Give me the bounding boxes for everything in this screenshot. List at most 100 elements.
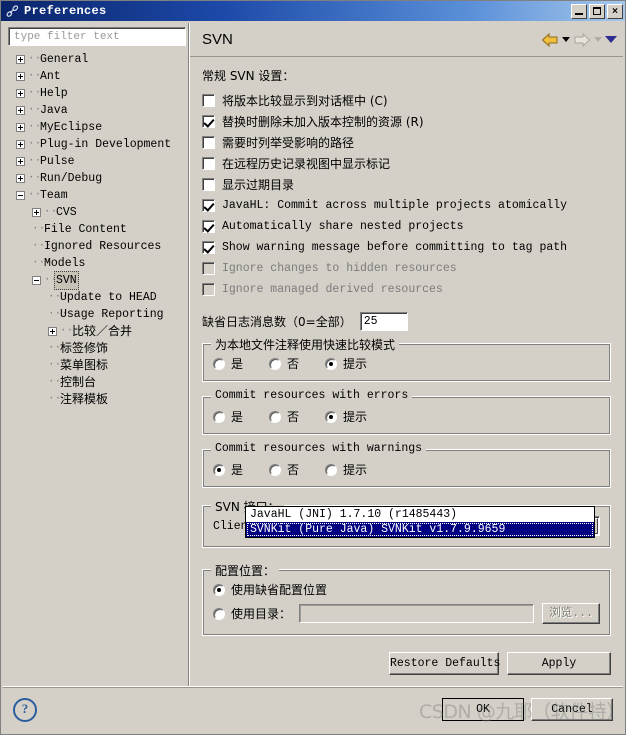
setting-checkbox[interactable] xyxy=(202,199,215,212)
close-button[interactable]: × xyxy=(607,3,623,19)
filter-box[interactable] xyxy=(8,27,186,46)
setting-checkbox-row[interactable]: Ignore managed derived resources xyxy=(202,279,611,300)
setting-checkbox[interactable] xyxy=(202,136,215,149)
setting-checkbox-row[interactable]: Ignore changes to hidden resources xyxy=(202,258,611,279)
apply-button[interactable]: Apply xyxy=(507,652,611,675)
filter-input[interactable] xyxy=(12,29,185,44)
config-default-radio-row[interactable]: 使用缺省配置位置 xyxy=(213,581,600,598)
setting-checkbox-label: Show warning message before committing t… xyxy=(222,241,568,254)
radio-option[interactable]: 否 xyxy=(269,461,299,478)
tree-expand-icon[interactable] xyxy=(16,157,25,166)
setting-checkbox[interactable] xyxy=(202,94,215,107)
setting-checkbox-label: 替换时删除未加入版本控制的资源 (R) xyxy=(222,115,424,129)
tree-item[interactable]: ·· Pulse xyxy=(8,153,186,170)
cancel-button[interactable]: Cancel xyxy=(531,698,613,721)
radio-option-label: 提示 xyxy=(343,463,368,477)
tree-item[interactable]: ··· Usage Reporting xyxy=(8,306,186,323)
tree-item-label: Run/Debug xyxy=(40,172,103,185)
radio-button[interactable] xyxy=(269,463,282,476)
setting-checkbox[interactable] xyxy=(202,178,215,191)
tree-item[interactable]: ··· Models xyxy=(8,255,186,272)
tree-item-label: 菜单图标 xyxy=(60,358,109,372)
tree-item[interactable]: ·· MyEclipse xyxy=(8,119,186,136)
default-log-messages-input[interactable]: 25 xyxy=(359,312,408,331)
tree-item[interactable]: ··· 控制台 xyxy=(8,374,186,391)
browse-button[interactable]: 浏览... xyxy=(542,603,600,624)
setting-checkbox-row[interactable]: Show warning message before committing t… xyxy=(202,237,611,258)
setting-checkbox-row[interactable]: 需要时列举受影响的路径 xyxy=(202,132,611,153)
tree-item[interactable]: ·· Help xyxy=(8,85,186,102)
radio-option-label: 提示 xyxy=(343,410,368,424)
tree-item[interactable]: ··· 菜单图标 xyxy=(8,357,186,374)
maximize-button[interactable] xyxy=(589,3,605,19)
back-arrow-icon[interactable] xyxy=(541,32,559,47)
tree-expand-icon[interactable] xyxy=(16,174,25,183)
setting-checkbox[interactable] xyxy=(202,115,215,128)
tree-item-label: Usage Reporting xyxy=(60,308,164,321)
tree-collapse-icon[interactable] xyxy=(16,191,25,200)
radio-button[interactable] xyxy=(269,357,282,370)
dropdown-option[interactable]: SVNKit (Pure Java) SVNKit v1.7.9.9659 xyxy=(246,522,594,537)
tree-item[interactable]: ·· Run/Debug xyxy=(8,170,186,187)
config-default-radio[interactable] xyxy=(213,583,225,596)
tree-expand-icon[interactable] xyxy=(16,89,25,98)
tree-item[interactable]: ··· 注释模板 xyxy=(8,391,186,408)
tree-expand-icon[interactable] xyxy=(16,106,25,115)
radio-option[interactable]: 是 xyxy=(213,461,243,478)
tree-expand-icon[interactable] xyxy=(16,55,25,64)
radio-option[interactable]: 提示 xyxy=(325,461,367,478)
radio-option[interactable]: 提示 xyxy=(325,355,367,372)
tree-expand-icon[interactable] xyxy=(32,208,41,217)
tree-item[interactable]: ·· CVS xyxy=(8,204,186,221)
config-directory-radio[interactable] xyxy=(213,607,225,620)
tree-item[interactable]: ·· Ant xyxy=(8,68,186,85)
tree-item[interactable]: ·· Plug-in Development xyxy=(8,136,186,153)
radio-button[interactable] xyxy=(325,410,338,423)
svn-client-dropdown-popup[interactable]: JavaHL (JNI) 1.7.10 (r1485443) SVNKit (Pu… xyxy=(245,506,595,538)
setting-checkbox-row[interactable]: 显示过期目录 xyxy=(202,174,611,195)
radio-button[interactable] xyxy=(213,463,225,476)
setting-checkbox-row[interactable]: Automatically share nested projects xyxy=(202,216,611,237)
dropdown-option[interactable]: JavaHL (JNI) 1.7.10 (r1485443) xyxy=(246,507,594,522)
radio-option[interactable]: 否 xyxy=(269,408,299,425)
tree-item[interactable]: ·· General xyxy=(8,51,186,68)
tree-item[interactable]: ·· Team xyxy=(8,187,186,204)
preferences-tree[interactable]: ·· General ·· Ant ·· Help ·· Java ·· MyEclipse ·· P… xyxy=(8,51,186,684)
tree-item[interactable]: ··· 标签修饰 xyxy=(8,340,186,357)
tree-item[interactable]: ·· 比较／合并 xyxy=(8,323,186,340)
radio-option[interactable]: 是 xyxy=(213,408,243,425)
tree-expand-icon[interactable] xyxy=(16,140,25,149)
tree-item[interactable]: ··· Update to HEAD xyxy=(8,289,186,306)
minimize-button[interactable] xyxy=(571,3,587,19)
radio-button[interactable] xyxy=(213,357,225,370)
radio-button[interactable] xyxy=(269,410,282,423)
tree-item[interactable]: ··· Ignored Resources xyxy=(8,238,186,255)
setting-checkbox-row[interactable]: 替换时删除未加入版本控制的资源 (R) xyxy=(202,111,611,132)
radio-button[interactable] xyxy=(325,357,338,370)
tree-item[interactable]: ·· Java xyxy=(8,102,186,119)
ok-button[interactable]: OK xyxy=(442,698,524,721)
tree-collapse-icon[interactable] xyxy=(32,276,41,285)
setting-checkbox-row[interactable]: JavaHL: Commit across multiple projects … xyxy=(202,195,611,216)
back-history-chevron-down-icon[interactable] xyxy=(562,37,570,42)
setting-checkbox-row[interactable]: 将版本比较显示到对话框中 (C) xyxy=(202,90,611,111)
setting-checkbox[interactable] xyxy=(202,157,215,170)
tree-item[interactable]: ··· File Content xyxy=(8,221,186,238)
tree-item[interactable]: ·· SVN xyxy=(8,271,186,290)
config-directory-input[interactable] xyxy=(299,604,535,623)
page-menu-chevron-down-icon[interactable] xyxy=(605,36,617,43)
radio-button[interactable] xyxy=(325,463,338,476)
tree-expand-icon[interactable] xyxy=(16,123,25,132)
radio-option[interactable]: 否 xyxy=(269,355,299,372)
setting-checkbox-row[interactable]: 在远程历史记录视图中显示标记 xyxy=(202,153,611,174)
preferences-page: SVN 常规 SVN 设置： 将版本比较显示到对话框中 (C) 替换时删除未加入… xyxy=(189,23,623,686)
tree-expand-icon[interactable] xyxy=(48,327,57,336)
radio-option[interactable]: 提示 xyxy=(325,408,367,425)
setting-checkbox[interactable] xyxy=(202,220,215,233)
tree-expand-icon[interactable] xyxy=(16,72,25,81)
help-question-icon[interactable]: ? xyxy=(13,697,37,722)
setting-checkbox[interactable] xyxy=(202,241,215,254)
radio-button[interactable] xyxy=(213,410,225,423)
restore-defaults-button[interactable]: Restore Defaults xyxy=(389,652,500,675)
radio-option[interactable]: 是 xyxy=(213,355,243,372)
